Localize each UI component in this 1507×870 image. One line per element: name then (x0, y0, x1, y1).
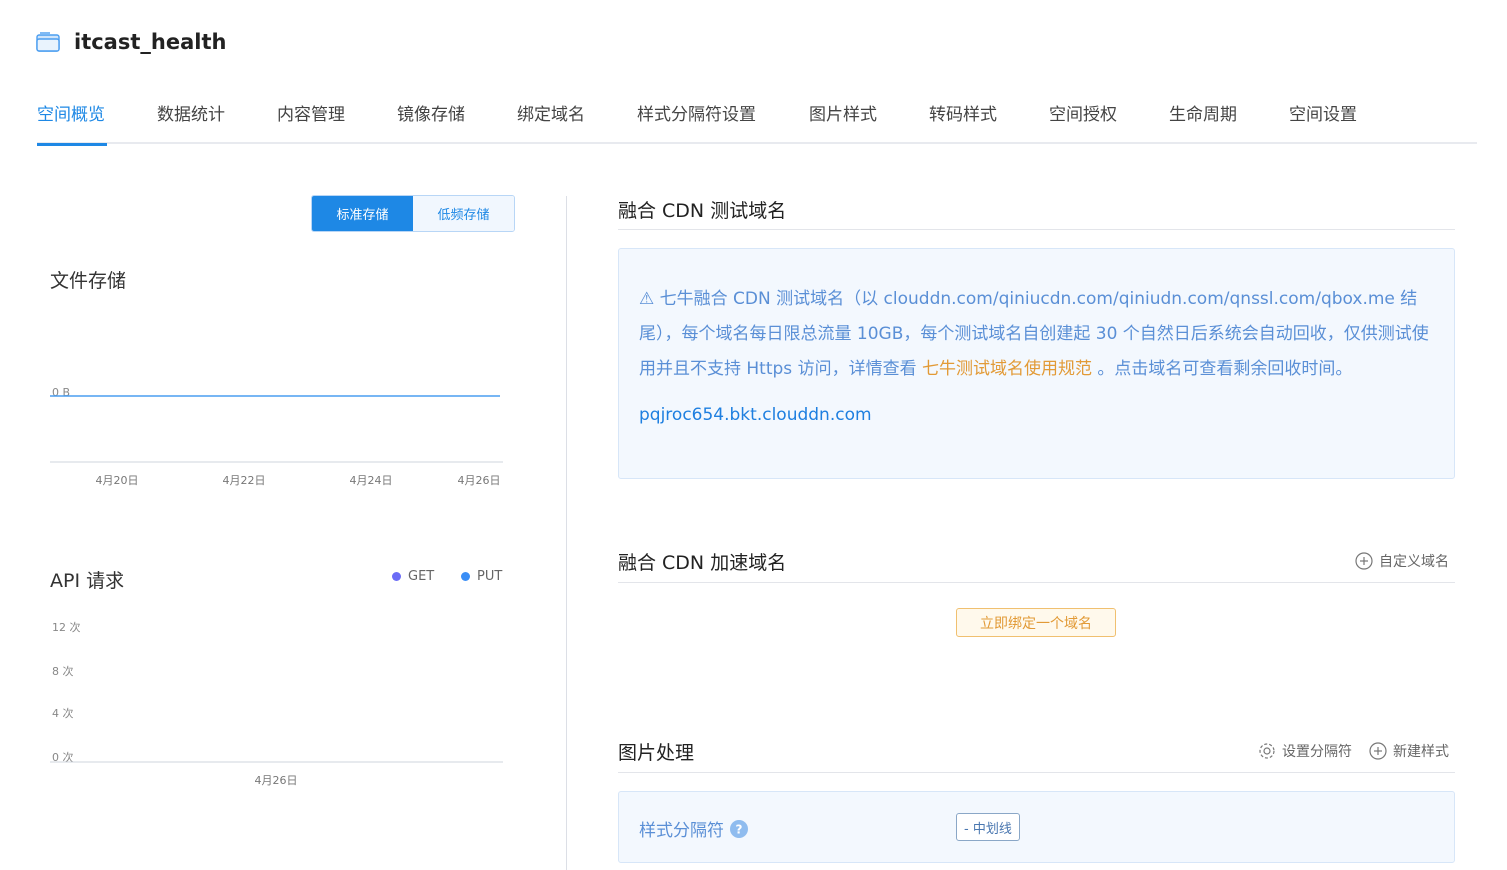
tab-transcode-styles[interactable]: 转码样式 (929, 100, 997, 144)
column-divider (566, 196, 567, 870)
y-tick-label: 4 次 (52, 706, 74, 720)
test-domain-notice-box: ⚠ 七牛融合 CDN 测试域名（以 clouddn.com/qiniucdn.c… (618, 248, 1455, 479)
accel-domain-title: 融合 CDN 加速域名 (618, 552, 787, 574)
plus-circle-icon (1355, 552, 1373, 570)
image-processing-title: 图片处理 (618, 742, 695, 764)
plus-circle-icon (1369, 742, 1387, 760)
notice-text-suffix: 。点击域名可查看剩余回收时间。 (1091, 359, 1353, 379)
bind-domain-button[interactable]: 立即绑定一个域名 (956, 608, 1116, 637)
separator-label-text: 样式分隔符 (639, 821, 724, 841)
y-tick-label: 8 次 (52, 664, 74, 678)
test-domain-policy-link[interactable]: 七牛测试域名使用规范 (922, 359, 1092, 379)
separator-box: 样式分隔符 ? - 中划线 (618, 791, 1455, 863)
test-domain-title: 融合 CDN 测试域名 (618, 200, 787, 222)
set-separator-label: 设置分隔符 (1282, 744, 1352, 760)
new-style-link[interactable]: 新建样式 (1369, 741, 1449, 761)
test-domain-divider (618, 229, 1455, 230)
api-requests-chart: 0 次4 次8 次12 次4月26日 (50, 620, 503, 787)
x-tick-label: 4月26日 (255, 774, 298, 787)
separator-value-tag: - 中划线 (956, 813, 1020, 841)
custom-domain-label: 自定义域名 (1379, 554, 1449, 570)
separator-label: 样式分隔符 ? (639, 816, 748, 841)
tab-space-settings[interactable]: 空间设置 (1289, 100, 1357, 144)
help-icon[interactable]: ? (730, 819, 748, 838)
test-domain-notice: ⚠ 七牛融合 CDN 测试域名（以 clouddn.com/qiniucdn.c… (639, 282, 1429, 387)
tab-style-separator[interactable]: 样式分隔符设置 (637, 100, 756, 144)
tab-space-authorization[interactable]: 空间授权 (1049, 100, 1117, 144)
image-processing-divider (618, 772, 1455, 773)
y-tick-label: 12 次 (52, 620, 81, 634)
svg-text:?: ? (736, 822, 743, 836)
accel-domain-divider (618, 582, 1455, 583)
custom-domain-link[interactable]: 自定义域名 (1355, 551, 1449, 571)
set-separator-link[interactable]: 设置分隔符 (1258, 741, 1352, 761)
test-domain-link[interactable]: pqjroc654.bkt.clouddn.com (639, 405, 872, 425)
new-style-label: 新建样式 (1393, 744, 1449, 760)
gear-icon (1259, 743, 1275, 759)
tab-image-styles[interactable]: 图片样式 (809, 100, 877, 144)
tab-lifecycle[interactable]: 生命周期 (1169, 100, 1237, 144)
